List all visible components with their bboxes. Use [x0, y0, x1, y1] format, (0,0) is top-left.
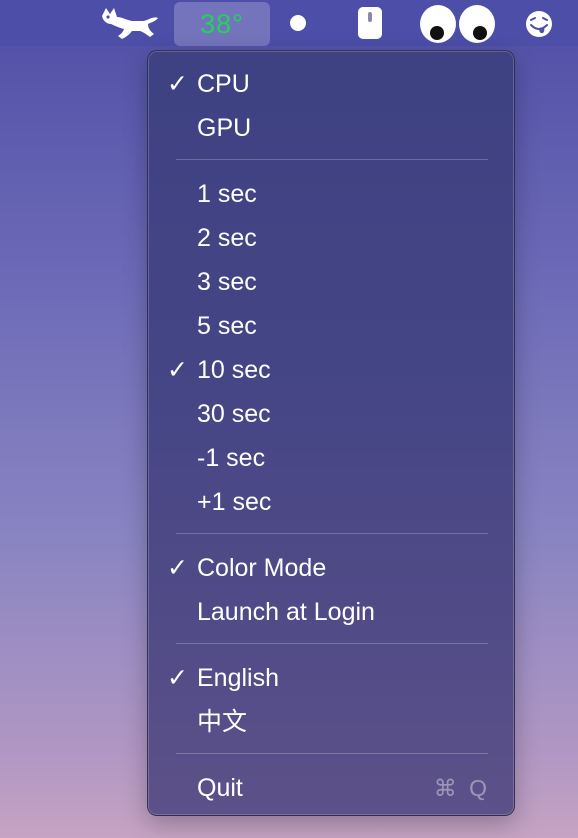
menu-item-color-mode[interactable]: ✓ Color Mode [148, 550, 514, 586]
checkmark-icon: ✓ [167, 664, 188, 692]
mouse-icon[interactable] [357, 6, 383, 40]
checkmark-icon: ✓ [167, 554, 188, 582]
menu-item-label: 10 sec [197, 356, 271, 384]
menu-item-label: +1 sec [197, 488, 272, 516]
menu-item-5-sec[interactable]: 5 sec [148, 308, 514, 344]
menu-item-label: 1 sec [197, 180, 257, 208]
menu-item-english[interactable]: ✓ English [148, 660, 514, 696]
menu-item-label: 中文 [197, 708, 248, 736]
checkmark-icon: ✓ [167, 356, 188, 384]
keyboard-shortcut: ⌘ Q [433, 775, 490, 801]
checkmark-icon: ✓ [167, 70, 188, 98]
menu-item-label: 5 sec [197, 312, 257, 340]
menu-separator [176, 643, 488, 644]
menu-item-plus-1-sec[interactable]: +1 sec [148, 484, 514, 520]
menu-item-3-sec[interactable]: 3 sec [148, 264, 514, 300]
menu-separator [176, 533, 488, 534]
menu-item-label: Quit [197, 774, 243, 802]
menu-item-minus-1-sec[interactable]: -1 sec [148, 440, 514, 476]
menu-item-1-sec[interactable]: 1 sec [148, 176, 514, 212]
menu-item-label: Color Mode [197, 554, 327, 582]
dropdown-menu: ✓ CPU GPU 1 sec 2 sec 3 sec 5 sec ✓ 10 s… [147, 50, 515, 816]
white-dot-icon[interactable] [290, 15, 306, 31]
menu-separator [176, 159, 488, 160]
menu-item-10-sec[interactable]: ✓ 10 sec [148, 352, 514, 388]
menu-item-label: 2 sec [197, 224, 257, 252]
temperature-indicator[interactable]: 38° [174, 2, 270, 46]
menu-item-label: English [197, 664, 279, 692]
menu-item-30-sec[interactable]: 30 sec [148, 396, 514, 432]
menu-item-gpu[interactable]: GPU [148, 110, 514, 146]
menu-item-chinese[interactable]: 中文 [148, 704, 514, 740]
menu-item-label: 30 sec [197, 400, 271, 428]
tongue-out-face-icon[interactable] [524, 9, 554, 39]
menu-item-label: GPU [197, 114, 252, 142]
menu-item-label: -1 sec [197, 444, 266, 472]
menu-item-cpu[interactable]: ✓ CPU [148, 66, 514, 102]
running-cat-icon[interactable] [98, 4, 162, 44]
googly-eyes-icon[interactable] [418, 4, 498, 44]
menu-item-label: 3 sec [197, 268, 257, 296]
menu-item-2-sec[interactable]: 2 sec [148, 220, 514, 256]
temperature-value: 38° [200, 8, 244, 39]
menu-item-label: CPU [197, 70, 250, 98]
menu-bar: 38° [0, 0, 578, 46]
menu-separator [176, 753, 488, 754]
menu-item-quit[interactable]: Quit ⌘ Q [148, 770, 514, 806]
menu-item-launch-at-login[interactable]: Launch at Login [148, 594, 514, 630]
menu-item-label: Launch at Login [197, 598, 375, 626]
